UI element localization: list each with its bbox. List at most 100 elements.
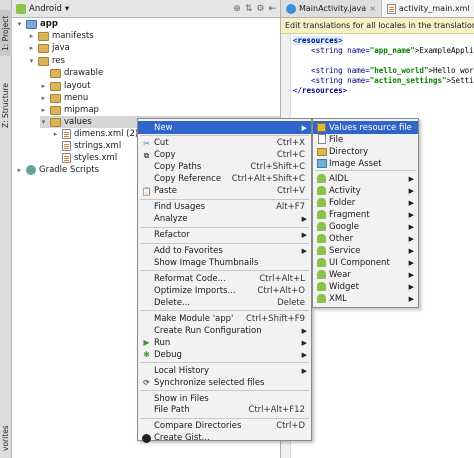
menu-item-label: Show in Files xyxy=(154,393,209,404)
tree-node-label: java xyxy=(52,43,70,53)
menu-item-shortcut: Ctrl+D xyxy=(276,421,305,432)
tree-node-java[interactable]: ▸ java xyxy=(28,42,70,54)
tree-node-label: drawable xyxy=(64,68,104,78)
hide-panel-icon[interactable]: ⇤ xyxy=(268,4,276,14)
tree-node-manifests[interactable]: ▸ manifests xyxy=(28,30,94,42)
menu-item-paste[interactable]: 📋 Paste Ctrl+V xyxy=(138,185,311,198)
menu-separator xyxy=(315,170,416,171)
icon-glyph xyxy=(317,134,326,144)
expand-arrow-icon[interactable]: ▾ xyxy=(40,118,47,126)
menu-item-delete[interactable]: Delete... Delete xyxy=(138,296,311,309)
menu-item-xml[interactable]: XML ▶ xyxy=(313,292,418,305)
expand-arrow-icon[interactable]: ▸ xyxy=(16,166,23,174)
menu-item-label: Widget xyxy=(329,281,359,292)
sync-scroll-icon[interactable]: ⊕ xyxy=(233,4,241,14)
menu-item-shortcut: Ctrl+C xyxy=(276,150,305,161)
expand-arrow-icon[interactable]: ▸ xyxy=(52,130,59,138)
tool-window-strip: 1: Project Z: Structure vorites xyxy=(0,0,12,458)
expand-arrow-icon[interactable]: ▸ xyxy=(40,106,47,114)
menu-item-label: Run xyxy=(154,337,171,348)
submenu-arrow-icon: ▶ xyxy=(301,215,307,224)
menu-item-new[interactable]: New ▶ xyxy=(138,121,311,134)
menu-item-create-gist[interactable]: Create Gist... xyxy=(138,432,311,445)
menu-item-shortcut: Delete xyxy=(277,297,305,308)
folder-icon xyxy=(50,117,61,127)
favorites-tool-tab[interactable]: vorites xyxy=(0,420,12,456)
menu-item-label: New xyxy=(154,122,173,133)
menu-separator xyxy=(140,390,309,391)
folder-icon xyxy=(50,81,61,91)
folder-icon xyxy=(26,19,37,29)
menu-item-shortcut: Alt+F7 xyxy=(276,202,305,213)
android-icon xyxy=(316,257,327,268)
android-icon xyxy=(316,269,327,280)
editor-tab[interactable]: activity_main.xml× xyxy=(381,0,474,17)
menu-item-show-image-thumbnails[interactable]: Show Image Thumbnails xyxy=(138,257,311,270)
view-mode-dropdown[interactable]: Android ▾ xyxy=(16,3,69,14)
folder-icon xyxy=(38,56,49,66)
android-icon xyxy=(316,173,327,184)
menu-item-file-path[interactable]: File Path Ctrl+Alt+F12 xyxy=(138,404,311,417)
menu-item-analyze[interactable]: Analyze ▶ xyxy=(138,213,311,226)
icon-glyph xyxy=(317,294,326,303)
structure-tool-tab[interactable]: Z: Structure xyxy=(0,74,12,138)
tree-node-mipmap[interactable]: ▸ mipmap xyxy=(40,104,99,116)
xml-file-icon xyxy=(62,141,71,151)
submenu-arrow-icon: ▶ xyxy=(408,258,414,267)
submenu-arrow-icon: ▶ xyxy=(301,338,307,347)
debug-icon: ✱ xyxy=(143,350,150,360)
tree-node-drawable[interactable]: drawable xyxy=(40,67,103,79)
tree-node-label: dimens.xml (2) xyxy=(74,129,139,139)
tree-node-gradle-scripts[interactable]: ▸ Gradle Scripts xyxy=(16,164,99,176)
expand-arrow-icon[interactable]: ▸ xyxy=(40,82,47,90)
menu-item-refactor[interactable]: Refactor ▶ xyxy=(138,229,311,242)
icon-glyph xyxy=(317,246,326,255)
folder-icon xyxy=(38,43,49,53)
menu-item-label: Delete... xyxy=(154,297,191,308)
collapse-icon[interactable]: ⇅ xyxy=(245,4,253,14)
submenu-arrow-icon: ▶ xyxy=(408,174,414,183)
java-class-icon xyxy=(286,3,296,14)
expand-arrow-icon[interactable]: ▸ xyxy=(28,44,35,52)
code-text: >Setti xyxy=(446,76,474,85)
image-asset-icon xyxy=(316,158,327,169)
tree-node-layout[interactable]: ▸ layout xyxy=(40,80,91,92)
tree-node-app[interactable]: ▾ app xyxy=(16,18,58,30)
project-tool-tab[interactable]: 1: Project xyxy=(0,10,12,56)
menu-separator xyxy=(140,362,309,364)
editor-tab-bar: MainActivity.java×activity_main.xml× xyxy=(281,0,474,18)
xml-file-icon xyxy=(62,153,71,163)
tree-node-res[interactable]: ▾ res xyxy=(28,55,65,67)
expand-arrow-icon[interactable]: ▾ xyxy=(28,57,35,65)
gear-icon[interactable]: ⚙ xyxy=(256,4,264,14)
menu-item-synchronize-selected-files[interactable]: ⟳ Synchronize selected files xyxy=(138,376,311,389)
tree-node-menu[interactable]: ▸ menu xyxy=(40,92,89,104)
expand-arrow-icon[interactable]: ▸ xyxy=(40,94,47,102)
expand-arrow-icon[interactable]: ▾ xyxy=(16,20,23,28)
translations-info-bar[interactable]: Edit translations for all locales in the… xyxy=(281,18,474,34)
run-icon: ▶ xyxy=(143,338,150,348)
submenu-arrow-icon: ▶ xyxy=(301,326,307,335)
code-token: <string name= xyxy=(293,76,370,85)
icon-glyph xyxy=(317,222,326,231)
new-submenu: Values resource file File Directory Image A… xyxy=(312,118,419,308)
tree-node-label: manifests xyxy=(52,31,94,41)
tree-node-dimens-xml-2-[interactable]: ▸ dimens.xml (2) xyxy=(52,128,138,140)
menu-item-debug[interactable]: ✱ Debug ▶ xyxy=(138,348,311,361)
android-icon xyxy=(316,209,327,220)
xml-file-icon xyxy=(386,3,396,14)
menu-item-label: Other xyxy=(329,233,354,244)
menu-separator xyxy=(140,310,309,312)
android-icon xyxy=(316,281,327,292)
menu-item-image-asset[interactable]: Image Asset xyxy=(313,157,418,170)
expand-arrow-icon[interactable]: ▸ xyxy=(28,32,35,40)
tree-node-label: styles.xml xyxy=(74,153,118,163)
close-icon[interactable]: × xyxy=(369,4,376,13)
menu-item-label: Create Run Configuration xyxy=(154,325,262,336)
editor-tab[interactable]: MainActivity.java × xyxy=(281,0,382,17)
menu-item-label: Fragment xyxy=(329,209,370,220)
tree-node-strings-xml[interactable]: strings.xml xyxy=(52,140,121,152)
menu-item-label: File xyxy=(329,134,344,145)
tree-node-styles-xml[interactable]: styles.xml xyxy=(52,152,117,164)
folder-icon xyxy=(50,105,61,115)
